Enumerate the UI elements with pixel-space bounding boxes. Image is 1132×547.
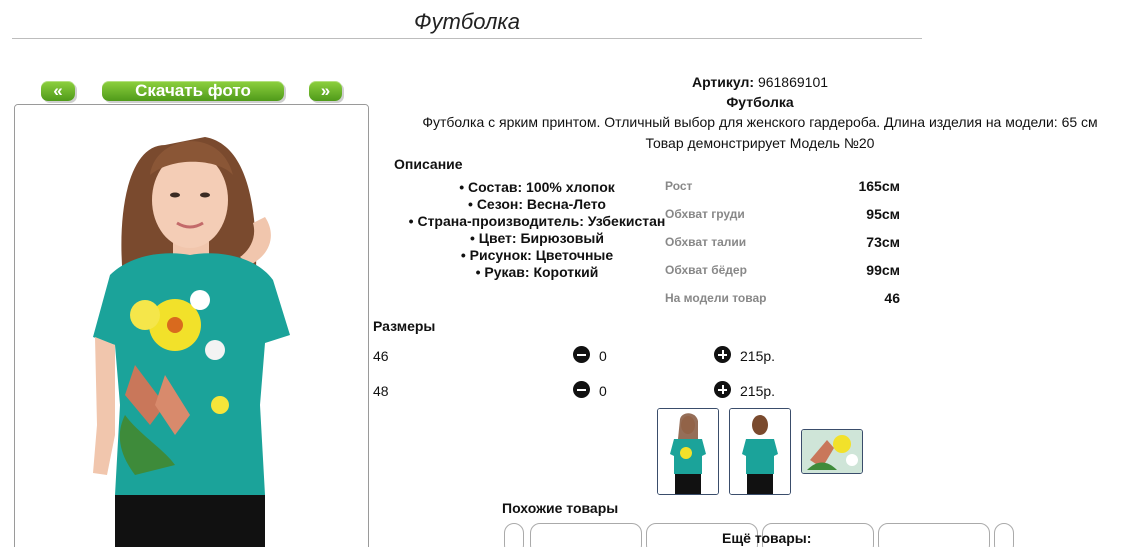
article-line: Артикул: 961869101 xyxy=(380,74,1132,90)
param-value: 46 xyxy=(884,290,900,306)
param-value: 73см xyxy=(866,234,900,250)
article-value: 961869101 xyxy=(757,74,829,90)
attribute-item: • Рисунок: Цветочные xyxy=(460,247,614,263)
param-label: Обхват бёдер xyxy=(665,263,747,277)
price-value: 215р. xyxy=(740,348,776,364)
size-row: 46 0 215р. xyxy=(373,346,793,368)
param-label: На модели товар xyxy=(665,291,767,305)
attribute-item: • Рукав: Короткий xyxy=(475,264,599,280)
product-page: Футболка « Скачать фото » Артикул: 96186… xyxy=(0,0,1132,547)
size-row: 48 0 215р. xyxy=(373,381,793,403)
thumbnail-back[interactable] xyxy=(729,408,791,495)
param-value: 165см xyxy=(858,178,900,194)
param-label: Рост xyxy=(665,179,693,193)
product-name: Футболка xyxy=(726,94,794,110)
quantity-value: 0 xyxy=(599,383,607,399)
page-title: Футболка xyxy=(12,8,922,39)
next-photo-button[interactable]: » xyxy=(309,81,342,101)
main-product-photo[interactable] xyxy=(14,104,369,547)
sizes-title: Размеры xyxy=(373,318,436,334)
attribute-item: • Сезон: Весна-Лето xyxy=(468,196,606,212)
similar-product-card[interactable] xyxy=(878,523,990,547)
model-param-row: Обхват бёдер 99см xyxy=(665,262,905,290)
model-param-row: Рост 165см xyxy=(665,178,905,206)
attribute-item: • Цвет: Бирюзовый xyxy=(470,230,604,246)
size-label: 46 xyxy=(373,348,389,364)
thumbnail-front-image xyxy=(658,409,718,494)
param-label: Обхват талии xyxy=(665,235,747,249)
product-description: Футболка с ярким принтом. Отличный выбор… xyxy=(422,114,1098,130)
model-param-row: На модели товар 46 xyxy=(665,290,905,318)
size-label: 48 xyxy=(373,383,389,399)
param-value: 95см xyxy=(866,206,900,222)
similar-products-title: Похожие товары xyxy=(502,500,619,516)
model-param-row: Обхват талии 73см xyxy=(665,234,905,262)
minus-icon[interactable] xyxy=(573,346,590,363)
description-title: Описание xyxy=(394,156,463,172)
plus-icon[interactable] xyxy=(714,381,731,398)
quantity-value: 0 xyxy=(599,348,607,364)
similar-product-card[interactable] xyxy=(530,523,642,547)
carousel-prev-button[interactable] xyxy=(504,523,524,547)
plus-icon[interactable] xyxy=(714,346,731,363)
thumbnail-front[interactable] xyxy=(657,408,719,495)
minus-icon[interactable] xyxy=(573,381,590,398)
article-label: Артикул: xyxy=(691,74,755,90)
model-photo-illustration xyxy=(15,105,368,547)
model-note: Товар демонстрирует Модель №20 xyxy=(645,135,875,151)
thumbnail-print-image xyxy=(802,430,862,473)
carousel-next-button[interactable] xyxy=(994,523,1014,547)
model-param-row: Обхват груди 95см xyxy=(665,206,905,234)
model-params-table: Рост 165см Обхват груди 95см Обхват тали… xyxy=(665,178,905,318)
prev-photo-button[interactable]: « xyxy=(41,81,75,101)
attributes-list: • Состав: 100% хлопок • Сезон: Весна-Лет… xyxy=(392,179,682,281)
thumbnail-back-image xyxy=(730,409,790,494)
thumbnail-print-detail[interactable] xyxy=(801,429,863,474)
attribute-item: • Состав: 100% хлопок xyxy=(459,179,615,195)
attribute-item: • Страна-производитель: Узбекистан xyxy=(408,213,666,229)
param-label: Обхват груди xyxy=(665,207,745,221)
param-value: 99см xyxy=(866,262,900,278)
download-photo-button[interactable]: Скачать фото xyxy=(102,81,284,101)
price-value: 215р. xyxy=(740,383,776,399)
more-products-title: Ещё товары: xyxy=(722,530,812,546)
